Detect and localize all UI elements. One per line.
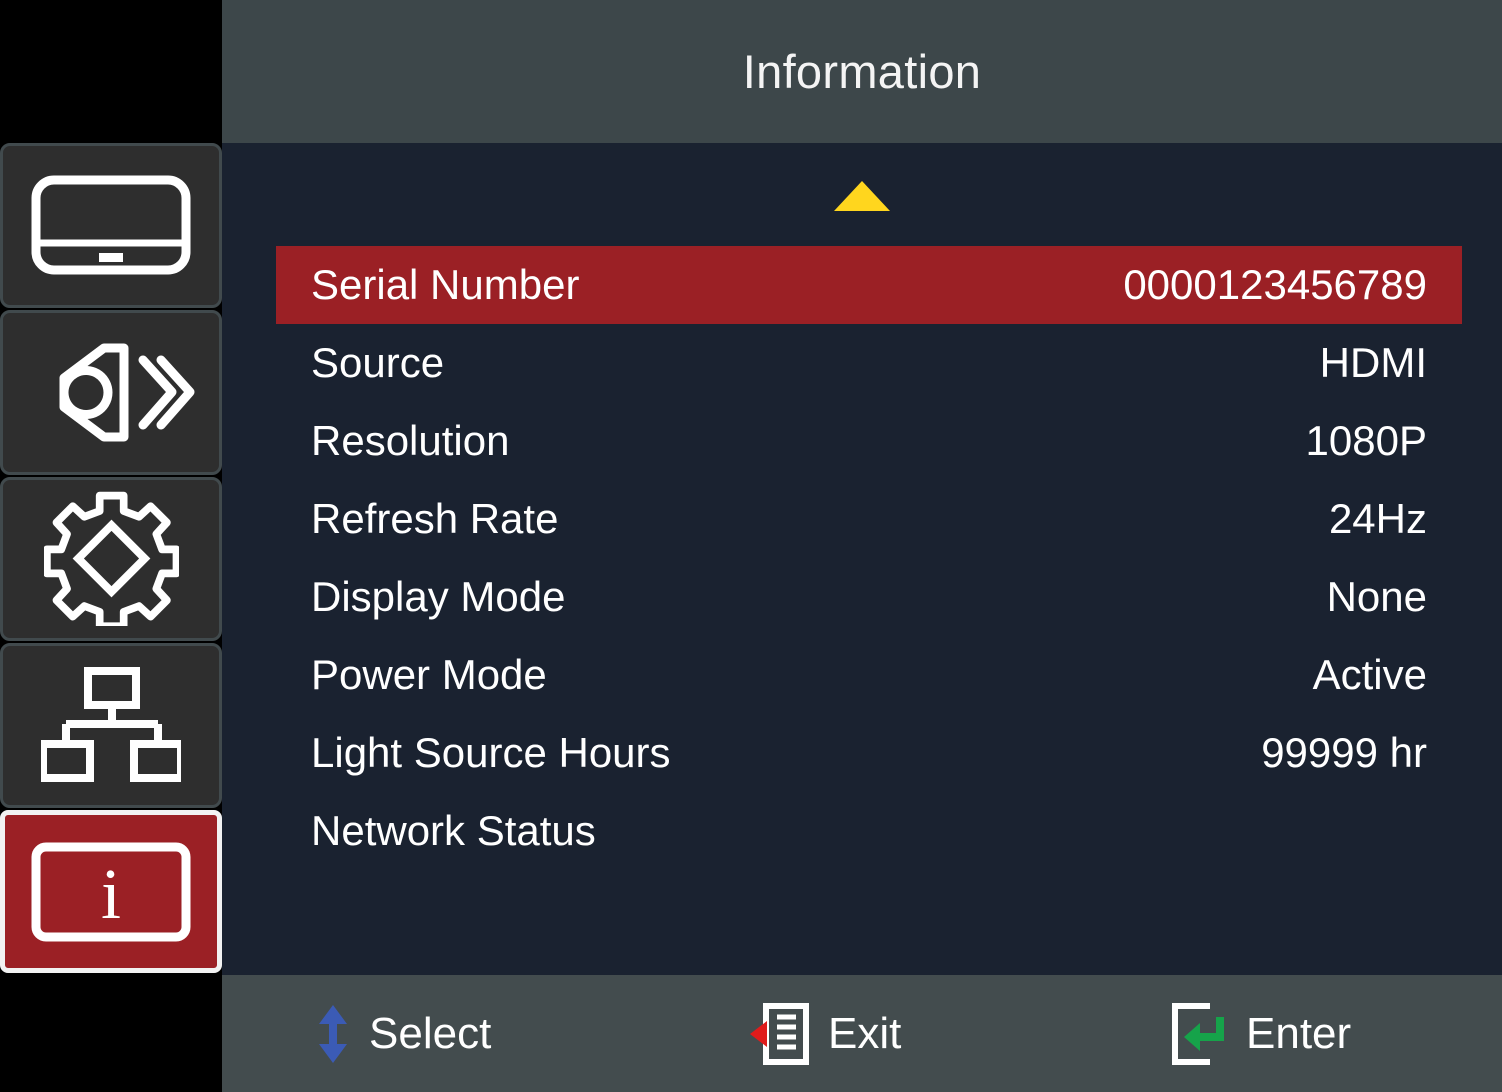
hint-exit-label: Exit — [828, 1008, 902, 1058]
footer-hint-bar: Select Exit Enter — [222, 975, 1502, 1092]
row-value: HDMI — [1319, 339, 1427, 386]
title-bar: Information — [222, 0, 1502, 143]
information-list: Serial Number 0000123456789 Source HDMI … — [276, 246, 1462, 870]
table-row[interactable]: Serial Number 0000123456789 — [276, 246, 1462, 324]
sidebar-item-settings[interactable] — [0, 476, 222, 642]
row-label: Resolution — [311, 417, 510, 464]
row-label: Serial Number — [311, 261, 580, 308]
info-icon: i — [31, 842, 191, 942]
enter-return-icon — [1170, 1002, 1228, 1065]
row-label: Refresh Rate — [311, 495, 559, 542]
page-title: Information — [742, 45, 982, 98]
display-icon — [31, 175, 191, 275]
gear-icon — [43, 491, 179, 627]
row-value: None — [1326, 573, 1427, 620]
hint-exit[interactable]: Exit — [750, 1002, 902, 1065]
sidebar: i — [0, 143, 222, 975]
hint-enter[interactable]: Enter — [1170, 1002, 1352, 1065]
hint-select-label: Select — [369, 1008, 492, 1058]
triangle-up-icon[interactable] — [834, 181, 890, 211]
table-row[interactable]: Network Status — [276, 792, 1462, 870]
hint-enter-label: Enter — [1246, 1008, 1352, 1058]
row-label: Power Mode — [311, 651, 547, 698]
sidebar-item-network[interactable] — [0, 643, 222, 809]
row-label: Display Mode — [311, 573, 566, 620]
exit-menu-icon — [750, 1002, 810, 1065]
table-row[interactable]: Display Mode None — [276, 558, 1462, 636]
content-panel: Serial Number 0000123456789 Source HDMI … — [222, 143, 1502, 1055]
row-value: 24Hz — [1328, 495, 1427, 542]
row-label: Network Status — [311, 807, 596, 854]
sidebar-item-display[interactable] — [0, 143, 222, 308]
sidebar-item-audio[interactable] — [0, 309, 222, 475]
hint-select[interactable]: Select — [315, 1004, 491, 1064]
table-row[interactable]: Source HDMI — [276, 324, 1462, 402]
row-label: Source — [311, 339, 445, 386]
osd-screen: i Information Serial Number 000012345678… — [0, 0, 1502, 1092]
row-label: Light Source Hours — [311, 729, 671, 776]
network-tree-icon — [41, 666, 181, 786]
row-value: 0000123456789 — [1123, 261, 1427, 308]
row-value: 99999 hr — [1261, 729, 1427, 776]
table-row[interactable]: Power Mode Active — [276, 636, 1462, 714]
table-row[interactable]: Resolution 1080P — [276, 402, 1462, 480]
row-value: 1080P — [1305, 417, 1427, 464]
row-value: Active — [1312, 651, 1427, 698]
svg-text:i: i — [101, 854, 121, 934]
table-row[interactable]: Light Source Hours 99999 hr — [276, 714, 1462, 792]
up-down-arrow-icon — [315, 1004, 351, 1064]
table-row[interactable]: Refresh Rate 24Hz — [276, 480, 1462, 558]
sidebar-item-information[interactable]: i — [0, 810, 222, 973]
speaker-icon — [26, 340, 196, 445]
